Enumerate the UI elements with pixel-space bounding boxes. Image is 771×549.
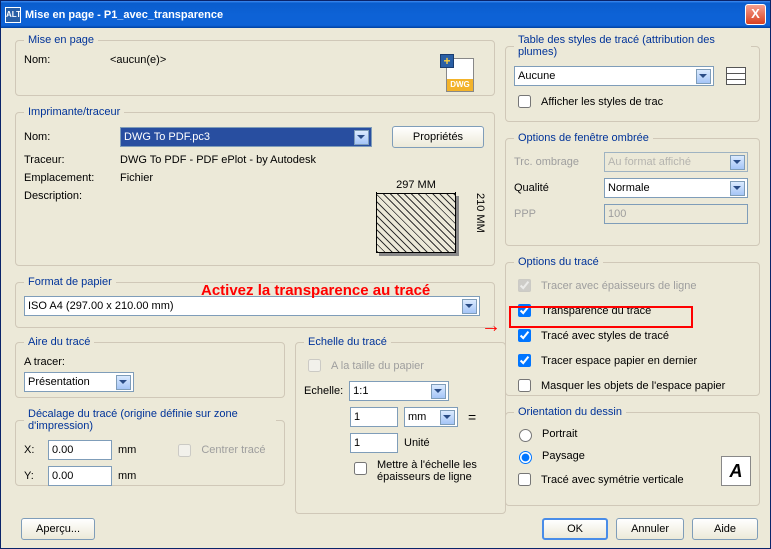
annotation-arrow-icon: → [481, 320, 501, 332]
dialog-window: ALT Mise en page - P1_avec_transparence … [0, 0, 771, 549]
group-table-styles: Table des styles de tracé (attribution d… [505, 34, 760, 122]
footer: Aperçu... OK Annuler Aide [13, 518, 758, 540]
app-icon: ALT [5, 7, 21, 23]
legend-fenetre-ombree: Options de fenêtre ombrée [514, 132, 653, 144]
label-symetrie: Tracé avec symétrie verticale [541, 474, 684, 486]
legend-imprimante: Imprimante/traceur [24, 106, 124, 118]
label-trc-ombrage: Trc. ombrage [514, 156, 598, 168]
chk-centrer [178, 444, 191, 457]
apercu-button[interactable]: Aperçu... [21, 518, 95, 540]
chk-symetrie[interactable] [518, 473, 531, 486]
select-format-papier[interactable]: ISO A4 (297.00 x 210.00 mm) [24, 296, 480, 316]
select-table-styles[interactable]: Aucune [514, 66, 714, 86]
input-ppp [604, 204, 748, 224]
close-button[interactable]: X [745, 4, 766, 25]
legend-echelle: Echelle du tracé [304, 336, 391, 348]
label-masquer-objets: Masquer les objets de l'espace papier [541, 380, 725, 392]
legend-decalage: Décalage du tracé (origine définie sur z… [24, 408, 276, 432]
select-qualite[interactable]: Normale [604, 178, 748, 198]
group-echelle: Echelle du tracé A la taille du papier E… [295, 336, 506, 514]
equals-icon: = [468, 409, 476, 425]
label-espace-dernier: Tracer espace papier en dernier [541, 355, 697, 367]
annotation-text: Activez la transparence au tracé [201, 282, 430, 299]
paper-preview: 297 MM 210 MM [376, 193, 468, 275]
select-scale-unit[interactable]: mm [404, 407, 458, 427]
group-fenetre-ombree: Options de fenêtre ombrée Trc. ombrage A… [505, 132, 760, 246]
label-echelle-epaisseur: Mettre à l'échelle les épaisseurs de lig… [377, 459, 497, 483]
legend-mise-en-page: Mise en page [24, 34, 98, 46]
group-aire-trace: Aire du tracé A tracer: Présentation [15, 336, 285, 398]
label-transparence: Transparence du tracé [541, 305, 651, 317]
value-traceur: DWG To PDF - PDF ePlot - by Autodesk [120, 154, 316, 166]
label-nom-page: Nom: [24, 54, 104, 66]
label-epaisseurs: Tracer avec épaisseurs de ligne [541, 280, 697, 292]
unit-y: mm [118, 470, 136, 482]
input-scale-2[interactable] [350, 433, 398, 453]
legend-options-trace: Options du tracé [514, 256, 603, 268]
label-ppp: PPP [514, 208, 598, 220]
select-aire-trace[interactable]: Présentation [24, 372, 134, 392]
select-echelle[interactable]: 1:1 [349, 381, 449, 401]
select-trc-ombrage: Au format affiché [604, 152, 748, 172]
proprietes-button[interactable]: Propriétés [392, 126, 484, 148]
label-y: Y: [24, 470, 42, 482]
aide-button[interactable]: Aide [692, 518, 758, 540]
label-styles-trace: Tracé avec styles de tracé [541, 330, 669, 342]
chk-epaisseurs [518, 279, 531, 292]
window-title: Mise en page - P1_avec_transparence [25, 9, 745, 21]
legend-table-styles: Table des styles de tracé (attribution d… [514, 34, 751, 58]
value-nom-page: <aucun(e)> [110, 54, 166, 66]
label-echelle: Echelle: [304, 385, 343, 397]
edit-styles-icon[interactable] [726, 67, 746, 85]
input-scale-1[interactable] [350, 407, 398, 427]
value-emplacement: Fichier [120, 172, 153, 184]
group-orientation: Orientation du dessin Portrait Paysage T… [505, 406, 760, 506]
chk-masquer-objets[interactable] [518, 379, 531, 392]
group-decalage: Décalage du tracé (origine définie sur z… [15, 408, 285, 486]
legend-format-papier: Format de papier [24, 276, 116, 288]
chk-styles-trace[interactable] [518, 329, 531, 342]
ok-button[interactable]: OK [542, 518, 608, 540]
label-description: Description: [24, 190, 114, 202]
dwg-icon[interactable]: DWG + [442, 56, 474, 92]
unit-x: mm [118, 444, 136, 456]
input-x[interactable] [48, 440, 112, 460]
chk-afficher-styles[interactable] [518, 95, 531, 108]
label-afficher-styles: Afficher les styles de trac [541, 96, 663, 108]
chk-transparence[interactable] [518, 304, 531, 317]
chk-espace-dernier[interactable] [518, 354, 531, 367]
legend-orientation: Orientation du dessin [514, 406, 626, 418]
label-a-tracer: A tracer: [24, 356, 276, 368]
annuler-button[interactable]: Annuler [616, 518, 684, 540]
label-qualite: Qualité [514, 182, 598, 194]
label-centrer: Centrer tracé [201, 444, 265, 456]
chk-taille-papier [308, 359, 321, 372]
chk-echelle-epaisseur[interactable] [354, 462, 367, 475]
label-emplacement: Emplacement: [24, 172, 114, 184]
radio-paysage[interactable] [519, 451, 532, 464]
unit-scale-2: Unité [404, 437, 430, 449]
legend-aire-trace: Aire du tracé [24, 336, 94, 348]
orientation-icon[interactable]: A [721, 456, 751, 486]
label-traceur: Traceur: [24, 154, 114, 166]
group-mise-en-page: Mise en page Nom: <aucun(e)> DWG + [15, 34, 495, 96]
select-printer[interactable]: DWG To PDF.pc3 [120, 127, 372, 147]
input-y[interactable] [48, 466, 112, 486]
titlebar: ALT Mise en page - P1_avec_transparence … [1, 1, 770, 28]
group-options-trace: Options du tracé Tracer avec épaisseurs … [505, 256, 760, 396]
radio-portrait[interactable] [519, 429, 532, 442]
label-taille-papier: A la taille du papier [331, 360, 424, 372]
label-x: X: [24, 444, 42, 456]
label-paysage: Paysage [542, 450, 585, 462]
label-portrait: Portrait [542, 428, 577, 440]
label-nom-imprimante: Nom: [24, 131, 114, 143]
